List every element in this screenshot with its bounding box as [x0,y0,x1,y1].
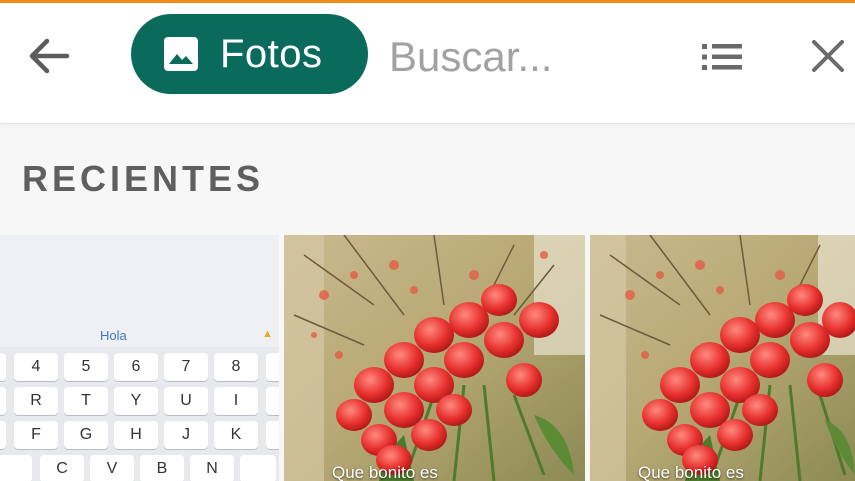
suggestion-bar [0,323,279,347]
key [266,421,279,449]
key: 7 [164,353,208,381]
key: G [64,421,108,449]
key: K [214,421,258,449]
chip-label: Fotos [220,31,323,76]
key [0,387,6,415]
key [266,387,279,415]
key: 8 [214,353,258,381]
photo-caption: Que bonito es [638,463,744,481]
search-toolbar: Fotos [0,3,855,124]
key [0,455,32,481]
key: Y [114,387,158,415]
key: N [190,455,234,481]
key: B [140,455,184,481]
search-input[interactable] [389,33,679,81]
key [0,421,6,449]
arrow-left-icon [29,38,70,74]
key: T [64,387,108,415]
suggestion-word: Hola [100,328,127,343]
recent-thumbnail[interactable]: Hola ▲ 4 5 6 7 8 R T Y U I F G H J K C V… [0,235,279,481]
key: V [90,455,134,481]
list-icon [702,44,742,70]
photo-caption: Que bonito es [332,463,438,481]
key: 6 [114,353,158,381]
key: 4 [14,353,58,381]
key: U [164,387,208,415]
key: H [114,421,158,449]
key: C [40,455,84,481]
image-icon [162,35,200,73]
key: I [214,387,258,415]
close-icon [812,40,844,72]
recent-thumbnail[interactable]: Que bonito es [284,235,585,481]
photos-filter-chip[interactable]: Fotos [131,14,368,94]
key [266,353,279,381]
key: J [164,421,208,449]
thumbs-up-icon: ▲ [262,328,273,340]
key [0,353,6,381]
flower-photo [284,235,585,481]
recent-thumbnail[interactable]: Que bonito es [590,235,855,481]
flower-photo [590,235,855,481]
key: F [14,421,58,449]
key: R [14,387,58,415]
back-button[interactable] [24,33,74,79]
keyboard-image: 4 5 6 7 8 R T Y U I F G H J K C V B N [0,347,279,481]
list-view-button[interactable] [698,37,746,77]
close-button[interactable] [806,33,850,79]
key: 5 [64,353,108,381]
section-title: RECIENTES [22,158,265,199]
key [240,455,276,481]
